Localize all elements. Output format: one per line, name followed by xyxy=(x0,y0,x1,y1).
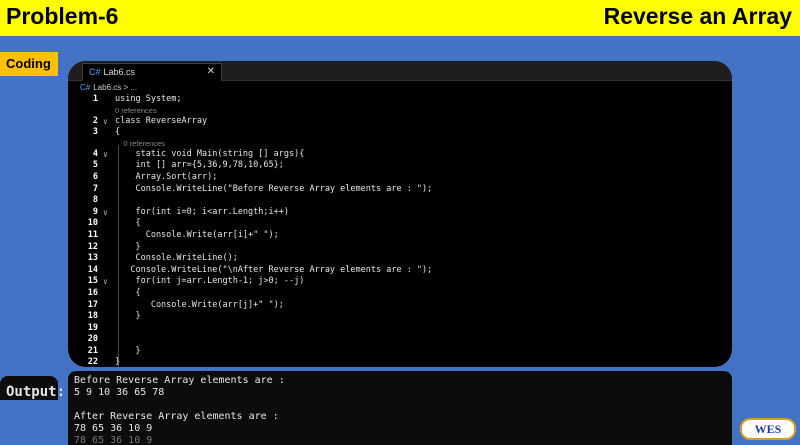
code-line: 14 Console.WriteLine("\nAfter Reverse Ar… xyxy=(68,265,732,277)
code-text: Console.WriteLine("Before Reverse Array … xyxy=(115,183,433,194)
code-line: 8 xyxy=(68,195,732,207)
breadcrumb[interactable]: C# Lab6.cs > ... xyxy=(68,82,732,94)
title-bar: Problem-6 Reverse an Array xyxy=(0,0,800,36)
line-number: 4 xyxy=(92,148,98,159)
code-line: 10 { xyxy=(68,218,732,230)
fold-chevron-icon[interactable]: ∨ xyxy=(103,207,108,219)
line-number: 14 xyxy=(87,264,98,275)
code-line: 13 Console.WriteLine(); xyxy=(68,253,732,265)
reference-count: 0 references xyxy=(115,138,166,148)
code-line: 15 ∨ for(int j=arr.Length-1; j>0; --j) xyxy=(68,276,732,288)
line-number: 20 xyxy=(87,334,98,345)
output-line: 78 65 36 10 9 xyxy=(74,423,153,434)
code-line: 1 using System; xyxy=(68,94,732,106)
line-number: 5 xyxy=(92,160,98,171)
output-line: Before Reverse Array elements are : xyxy=(74,375,285,386)
code-text: Console.Write(arr[j]+" "); xyxy=(115,299,284,310)
code-text: Array.Sort(arr); xyxy=(115,171,218,182)
editor-tabbar: C# Lab6.cs ✕ xyxy=(68,61,732,81)
reference-count: 0 references xyxy=(115,105,157,115)
fold-chevron-icon[interactable]: ∨ xyxy=(103,116,108,128)
output-line: After Reverse Array elements are : xyxy=(74,411,279,422)
code-line: 17 Console.Write(arr[j]+" "); xyxy=(68,300,732,312)
code-line: 9 ∨ for(int i=0; i<arr.Length;i++) xyxy=(68,207,732,219)
code-line: 2 ∨ class ReverseArray xyxy=(68,116,732,128)
line-number: 11 xyxy=(87,229,98,240)
code-text: for(int j=arr.Length-1; j>0; --j) xyxy=(115,276,305,287)
code-line: 21 } xyxy=(68,346,732,358)
line-number: 1 xyxy=(92,94,98,104)
csharp-file-icon: C# xyxy=(80,83,91,92)
fold-chevron-icon[interactable]: ∨ xyxy=(103,149,108,161)
wes-logo: WES xyxy=(740,418,796,440)
codelens-reference[interactable]: 0 references xyxy=(68,106,732,116)
output-line: 5 9 10 36 65 78 xyxy=(74,387,165,398)
code-line: 22} xyxy=(68,357,732,367)
code-line: 19 xyxy=(68,323,732,335)
close-icon[interactable]: ✕ xyxy=(207,64,215,80)
code-text: } xyxy=(115,357,121,367)
line-number: 18 xyxy=(87,311,98,322)
line-number: 22 xyxy=(87,357,98,367)
line-number: 3 xyxy=(92,127,98,138)
code-line: 7 Console.WriteLine("Before Reverse Arra… xyxy=(68,184,732,196)
line-number: 16 xyxy=(87,287,98,298)
code-text: static void Main(string [] args){ xyxy=(115,148,305,159)
code-line: 4 ∨ static void Main(string [] args){ xyxy=(68,149,732,161)
tab-label: Lab6.cs xyxy=(103,67,136,77)
line-number: 13 xyxy=(87,253,98,264)
line-number: 15 xyxy=(87,276,98,287)
line-number: 2 xyxy=(92,115,98,126)
code-line: 6 Array.Sort(arr); xyxy=(68,172,732,184)
line-number: 21 xyxy=(87,345,98,356)
problem-title: Problem-6 xyxy=(6,3,119,29)
code-line: 12 } xyxy=(68,242,732,254)
code-editor: C# Lab6.cs ✕ C# Lab6.cs > ... 1 using Syste… xyxy=(68,61,732,367)
code-text: class ReverseArray xyxy=(115,115,208,126)
code-line: 20 xyxy=(68,334,732,346)
line-number: 8 xyxy=(92,195,98,206)
code-text: Console.WriteLine(); xyxy=(115,253,238,264)
tab-lab6[interactable]: C# Lab6.cs ✕ xyxy=(82,63,222,81)
code-text: using System; xyxy=(115,94,182,104)
breadcrumb-text: Lab6.cs > ... xyxy=(93,83,138,92)
csharp-file-icon: C# xyxy=(89,67,101,77)
fold-chevron-icon[interactable]: ∨ xyxy=(103,276,108,288)
output-label: Output: xyxy=(0,376,65,400)
line-number: 7 xyxy=(92,183,98,194)
code-text: Console.WriteLine("\nAfter Reverse Array… xyxy=(115,264,433,275)
code-line: 5 int [] arr={5,36,9,78,10,65}; xyxy=(68,160,732,172)
line-number: 12 xyxy=(87,241,98,252)
code-text: } xyxy=(115,311,141,322)
code-text: } xyxy=(115,345,141,356)
codelens-reference[interactable]: 0 references xyxy=(68,139,732,149)
code-text: int [] arr={5,36,9,78,10,65}; xyxy=(115,160,284,171)
coding-label: Coding xyxy=(0,52,58,76)
topic-title: Reverse an Array xyxy=(603,3,792,29)
code-text: { xyxy=(115,218,141,229)
line-number: 17 xyxy=(87,299,98,310)
console-output: Before Reverse Array elements are :5 9 1… xyxy=(68,371,732,445)
code-text: { xyxy=(115,287,141,298)
line-number: 6 xyxy=(92,171,98,182)
code-line: 11 Console.Write(arr[i]+" "); xyxy=(68,230,732,242)
code-line: 3{ xyxy=(68,127,732,139)
code-text: for(int i=0; i<arr.Length;i++) xyxy=(115,206,289,217)
output-line-partial: 78 65 36 10 9 xyxy=(74,435,153,445)
line-number: 9 xyxy=(92,206,98,217)
code-text: } xyxy=(115,241,141,252)
line-number: 10 xyxy=(87,218,98,229)
code-line: 18 } xyxy=(68,311,732,323)
code-area[interactable]: 1 using System; 0 references 2 ∨ class Revers… xyxy=(68,94,732,367)
code-line: 16 { xyxy=(68,288,732,300)
code-text: { xyxy=(115,127,121,138)
line-number: 19 xyxy=(87,322,98,333)
code-text: Console.Write(arr[i]+" "); xyxy=(115,229,279,240)
